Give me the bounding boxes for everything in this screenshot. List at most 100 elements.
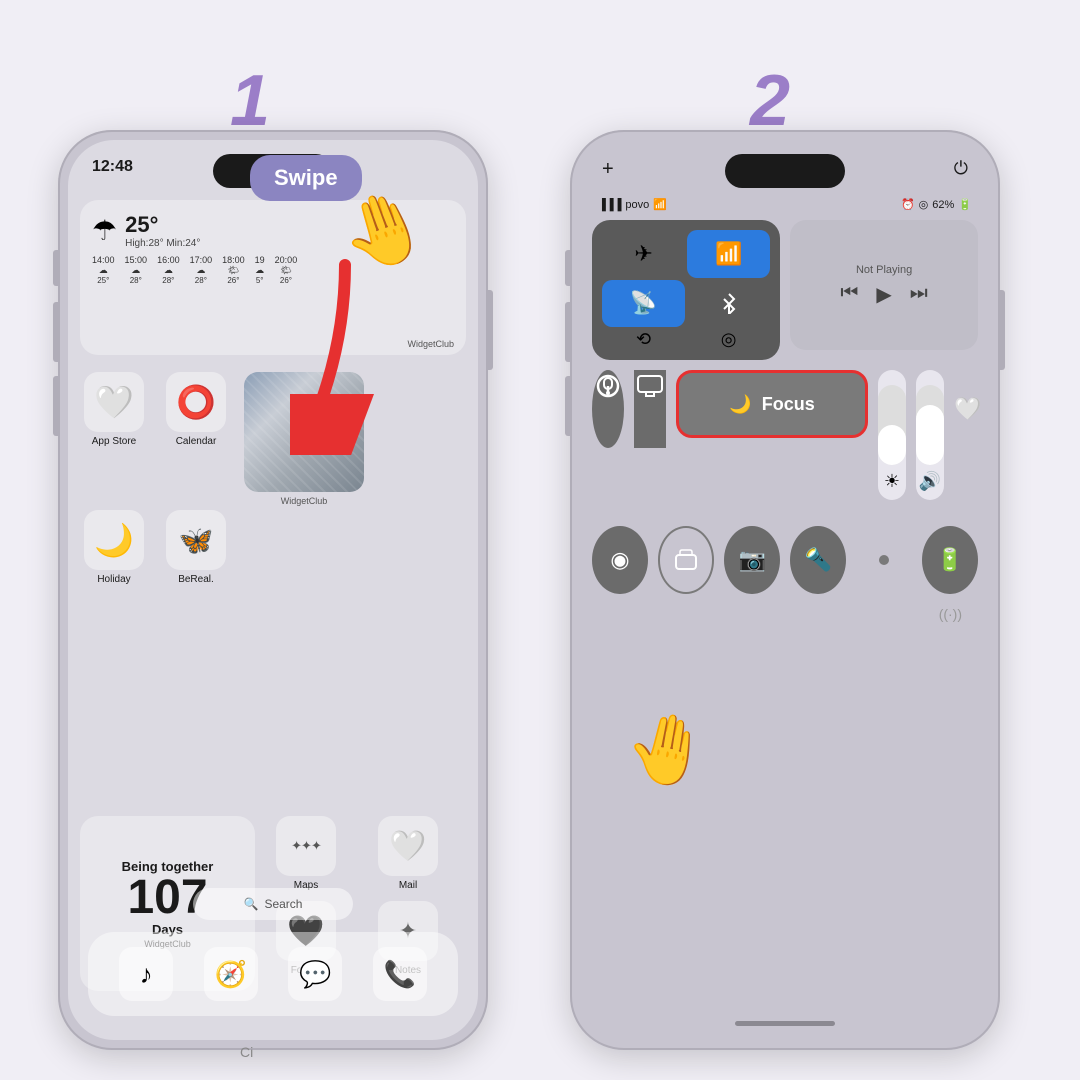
bottom-ci-text: Ci <box>240 1044 253 1060</box>
dot-indicator <box>879 555 889 565</box>
search-icon: 🔍 <box>244 897 259 911</box>
location-icon: ◎ <box>919 198 929 211</box>
calendar-label: Calendar <box>176 436 217 447</box>
weather-icon: ☂ <box>92 214 117 247</box>
battery-bar: 🔋 <box>958 198 972 211</box>
search-label: Search <box>264 897 302 911</box>
wifi-btn[interactable]: 📡 <box>602 280 685 328</box>
calendar-wrap[interactable]: ⭕ Calendar <box>162 372 230 506</box>
p2-vol-down <box>565 376 570 436</box>
maps-icon[interactable]: ✦✦✦ <box>276 816 336 876</box>
holiday-label: Holiday <box>97 574 130 585</box>
swipe-arrow <box>290 255 380 455</box>
rewind-btn[interactable]: ⏮ <box>840 282 858 307</box>
focus-moon-icon: 🌙 <box>729 394 751 415</box>
calendar-icon[interactable]: ⭕ <box>166 372 226 432</box>
app-store-icon[interactable]: 🤍 <box>84 372 144 432</box>
home-indicator-2 <box>735 1021 835 1026</box>
app-store-wrap[interactable]: 🤍 App Store <box>80 372 148 506</box>
cc-status-bar: ▐▐▐ povo 📶 ⏰ ◎ 62% 🔋 <box>598 198 972 211</box>
p2-mute-switch <box>565 250 570 286</box>
control-center: ✈ 📶 📡 ⟲ ◎ Not Playing ⏮ ▶ ⏭ <box>592 220 978 594</box>
camera-btn[interactable]: 📷 <box>724 526 780 594</box>
phone-1: 12:48 ☂ 25° High:28° Min:24° 14:00☁25° 1… <box>58 130 488 1050</box>
battery-cc-btn[interactable]: 🔋 <box>922 526 978 594</box>
safari-dock-icon[interactable]: 🧭 <box>204 947 258 1001</box>
weather-highlow: High:28° Min:24° <box>125 238 200 249</box>
fastforward-btn[interactable]: ⏭ <box>910 282 928 307</box>
weather-widget-label: WidgetClub <box>407 339 454 349</box>
p2-power-btn <box>1000 290 1005 370</box>
wifi-icon-status: 📶 <box>653 198 667 211</box>
messages-dock-icon[interactable]: 💬 <box>288 947 342 1001</box>
shazam-btn[interactable]: ◉ <box>592 526 648 594</box>
signal-bars: ▐▐▐ <box>598 199 621 211</box>
airdrop-btn[interactable]: ⟲ <box>602 329 685 350</box>
not-playing-label: Not Playing <box>856 264 912 276</box>
volume-track <box>916 385 944 465</box>
carrier-name: povo <box>625 199 649 211</box>
media-controls: ⏮ ▶ ⏭ <box>840 282 927 307</box>
orientation-indicator: ((·)) <box>939 606 962 622</box>
dynamic-island-2 <box>725 154 845 188</box>
focus-label: Focus <box>762 394 815 415</box>
focus-section: 🌙 Focus <box>676 370 868 500</box>
screen-mirror-btn[interactable] <box>634 370 666 448</box>
hotspot-btn[interactable]: ◎ <box>687 329 770 350</box>
volume-down-btn <box>53 376 58 436</box>
hand-focus-icon: 🤚 <box>619 703 716 796</box>
cellular-btn[interactable]: 📶 <box>687 230 770 278</box>
connectivity-block: ✈ 📶 📡 ⟲ ◎ <box>592 220 780 360</box>
bereal-icon[interactable]: 🦋 <box>166 510 226 570</box>
wallet-btn[interactable] <box>658 526 715 594</box>
brightness-fill <box>878 425 906 465</box>
brightness-track <box>878 385 906 465</box>
app-store-label: App Store <box>92 436 136 447</box>
bereal-label: BeReal. <box>178 574 214 585</box>
holiday-wrap[interactable]: 🌙 Holiday <box>80 510 148 585</box>
battery-status: ⏰ ◎ 62% 🔋 <box>901 198 972 211</box>
alarm-icon: ⏰ <box>901 198 915 211</box>
brightness-icon: ☀ <box>884 471 900 492</box>
brightness-slider[interactable]: ☀ <box>878 370 906 500</box>
dock: ♪ 🧭 💬 📞 <box>88 932 458 1016</box>
bluetooth-btn[interactable] <box>687 280 770 328</box>
cc-spacer <box>592 510 978 518</box>
airplane-mode-btn[interactable]: ✈ <box>602 230 685 278</box>
signal-icon: ▐▐▐ povo 📶 <box>598 198 667 211</box>
music-dock-icon[interactable]: ♪ <box>119 947 173 1001</box>
battery-pct: 62% <box>932 199 954 211</box>
phone-dock-icon[interactable]: 📞 <box>373 947 427 1001</box>
play-btn[interactable]: ▶ <box>876 282 891 307</box>
rotation-lock-btn[interactable] <box>592 370 624 448</box>
weather-temp: 25° <box>125 212 200 238</box>
focus-btn[interactable]: 🌙 Focus <box>676 370 868 438</box>
cc-power-btn[interactable]: ⏻ <box>954 158 968 179</box>
app-row-2: 🌙 Holiday 🦋 BeReal. <box>80 510 230 585</box>
swipe-badge: Swipe <box>250 155 362 201</box>
cc-row-1: ✈ 📶 📡 ⟲ ◎ Not Playing ⏮ ▶ ⏭ <box>592 220 978 360</box>
heart-btn[interactable]: 🤍 <box>954 370 981 448</box>
flashlight-btn[interactable]: 🔦 <box>790 526 846 594</box>
widgetclub-label: WidgetClub <box>281 496 328 506</box>
volume-slider[interactable]: 🔊 <box>916 370 944 500</box>
maps-wrap[interactable]: ✦✦✦ Maps <box>272 816 340 891</box>
holiday-icon[interactable]: 🌙 <box>84 510 144 570</box>
mail-icon[interactable]: 🤍 <box>378 816 438 876</box>
power-btn <box>488 290 493 370</box>
status-time: 12:48 <box>92 158 133 176</box>
phone-2: + ⏻ ▐▐▐ povo 📶 ⏰ ◎ 62% 🔋 ✈ 📶 <box>570 130 1000 1050</box>
mail-wrap[interactable]: 🤍 Mail <box>374 816 442 891</box>
search-bar[interactable]: 🔍 Search <box>193 888 353 920</box>
volume-up-btn <box>53 302 58 362</box>
small-dot <box>856 526 912 594</box>
volume-fill <box>916 405 944 465</box>
mail-label: Mail <box>399 880 417 891</box>
bereal-wrap[interactable]: 🦋 BeReal. <box>162 510 230 585</box>
media-player: Not Playing ⏮ ▶ ⏭ <box>790 220 978 350</box>
cc-add-btn[interactable]: + <box>602 158 614 181</box>
volume-icon: 🔊 <box>919 471 941 492</box>
phone2-screen: + ⏻ ▐▐▐ povo 📶 ⏰ ◎ 62% 🔋 ✈ 📶 <box>580 140 990 1040</box>
phone1-screen: 12:48 ☂ 25° High:28° Min:24° 14:00☁25° 1… <box>68 140 478 1040</box>
mute-switch <box>53 250 58 286</box>
